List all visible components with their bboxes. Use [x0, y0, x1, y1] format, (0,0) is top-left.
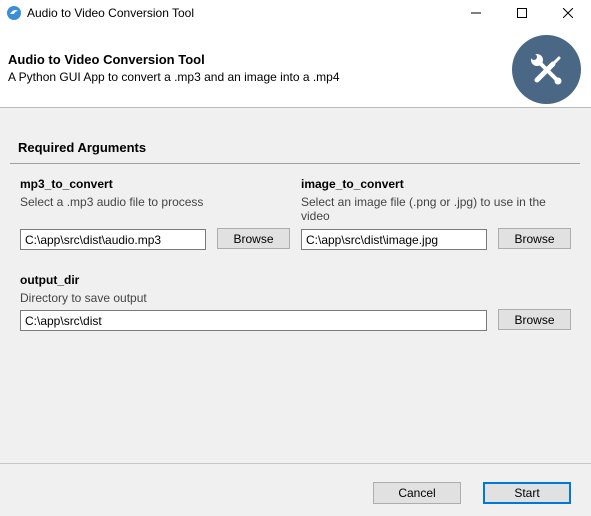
- window-titlebar: Audio to Video Conversion Tool: [0, 0, 591, 26]
- image-label: image_to_convert: [301, 177, 404, 191]
- maximize-button[interactable]: [499, 0, 545, 26]
- close-button[interactable]: [545, 0, 591, 26]
- app-icon: [7, 6, 21, 20]
- header-title: Audio to Video Conversion Tool: [8, 52, 205, 67]
- tools-icon: [530, 53, 561, 84]
- output-browse-button[interactable]: Browse: [498, 309, 571, 330]
- window-title: Audio to Video Conversion Tool: [27, 6, 195, 20]
- header-subtitle: A Python GUI App to convert a .mp3 and a…: [8, 70, 340, 84]
- cancel-button[interactable]: Cancel: [373, 482, 461, 504]
- image-input[interactable]: [301, 229, 487, 250]
- mp3-label: mp3_to_convert: [20, 177, 113, 191]
- mp3-help: Select a .mp3 audio file to process: [20, 195, 204, 209]
- section-title: Required Arguments: [18, 140, 147, 155]
- output-help: Directory to save output: [20, 291, 147, 305]
- app-header: Audio to Video Conversion Tool A Python …: [0, 26, 591, 108]
- image-help: Select an image file (.png or .jpg) to u…: [301, 195, 546, 223]
- app-logo: [512, 35, 581, 104]
- output-input[interactable]: [20, 310, 487, 331]
- maximize-icon: [517, 8, 527, 18]
- start-button[interactable]: Start: [483, 482, 571, 504]
- close-icon: [563, 8, 573, 18]
- mp3-input[interactable]: [20, 229, 206, 250]
- image-browse-button[interactable]: Browse: [498, 228, 571, 249]
- footer-divider: [0, 463, 591, 464]
- section-divider: [10, 163, 580, 164]
- minimize-icon: [471, 12, 481, 14]
- minimize-button[interactable]: [453, 0, 499, 26]
- mp3-browse-button[interactable]: Browse: [217, 228, 290, 249]
- output-label: output_dir: [20, 273, 80, 287]
